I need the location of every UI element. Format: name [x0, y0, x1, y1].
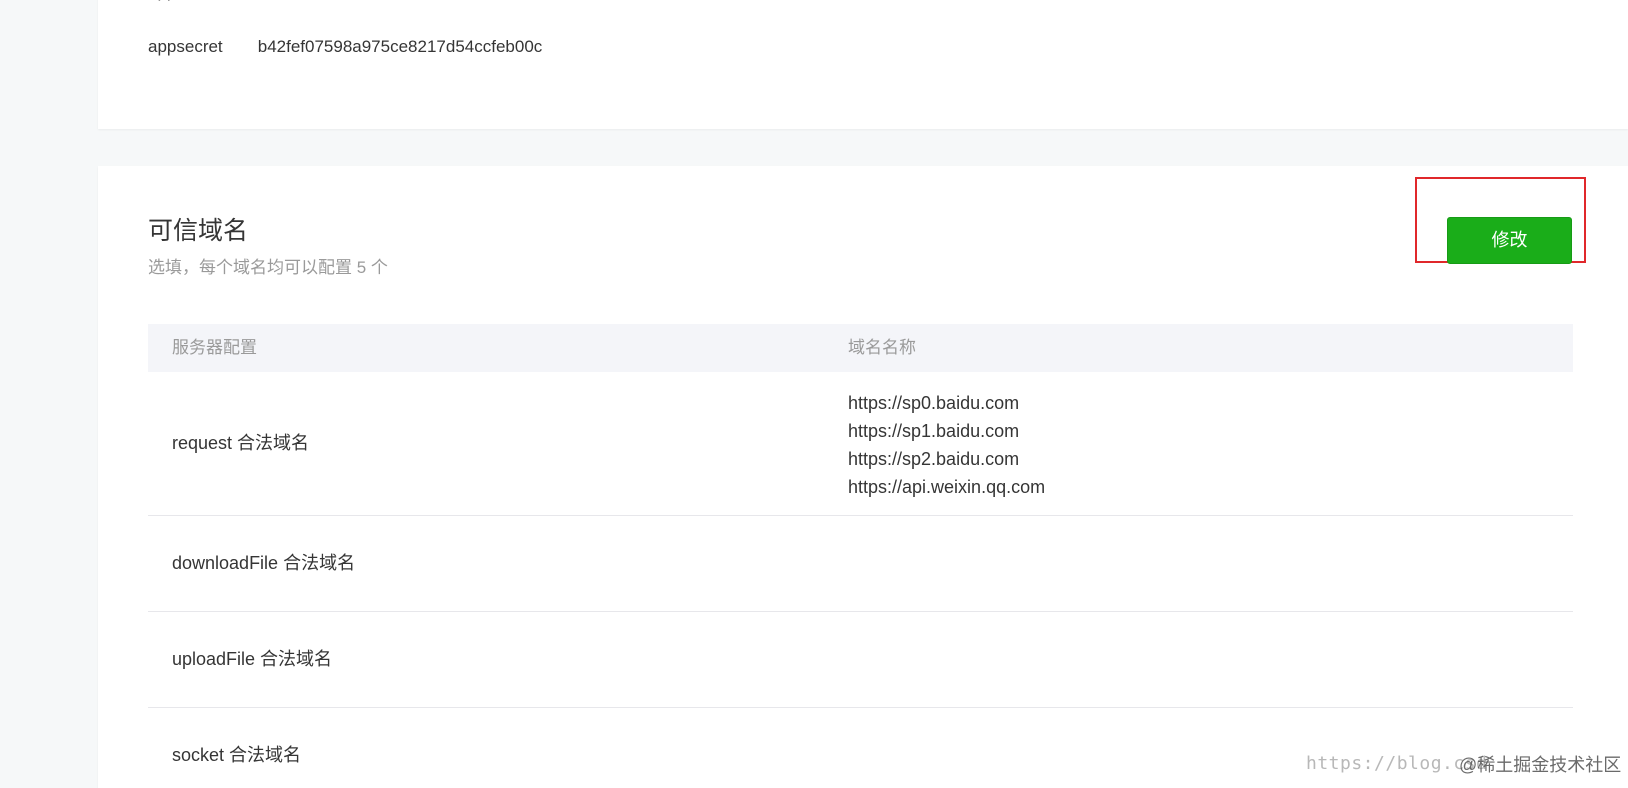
page: app appsecret b42fef07598a975ce8217d54cc…	[0, 0, 1628, 788]
cut-off-label: app	[148, 0, 176, 2]
watermark-credit: @稀土掘金技术社区	[1459, 755, 1622, 775]
appsecret-row: appsecret b42fef07598a975ce8217d54ccfeb0…	[148, 36, 542, 58]
domain-item: https://sp2.baidu.com	[848, 449, 1020, 469]
table-header: 服务器配置 域名名称	[148, 324, 1573, 372]
request-domain-list: https://sp0.baidu.com https://sp1.baidu.…	[848, 389, 1045, 501]
app-credentials-card: app appsecret b42fef07598a975ce8217d54cc…	[98, 0, 1628, 129]
table-row: request 合法域名 https://sp0.baidu.com https…	[148, 372, 1573, 516]
table-row: uploadFile 合法域名	[148, 612, 1573, 708]
table-row: downloadFile 合法域名	[148, 516, 1573, 612]
row-label-upload-file: uploadFile 合法域名	[172, 649, 333, 669]
table-row: socket 合法域名	[148, 708, 1573, 788]
appsecret-label: appsecret	[148, 37, 223, 56]
row-label-request: request 合法域名	[172, 433, 310, 453]
column-header-domain-name: 域名名称	[848, 338, 916, 357]
section-title: 可信域名	[148, 217, 249, 245]
appsecret-value: b42fef07598a975ce8217d54ccfeb00c	[257, 37, 543, 56]
trusted-domain-card: 可信域名 选填，每个域名均可以配置 5 个 修改 服务器配置 域名名称 requ…	[98, 166, 1628, 788]
domain-table: 服务器配置 域名名称 request 合法域名 https://sp0.baid…	[148, 324, 1573, 788]
row-label-download-file: downloadFile 合法域名	[172, 553, 356, 573]
domain-item: https://sp1.baidu.com	[848, 421, 1020, 441]
section-subtitle: 选填，每个域名均可以配置 5 个	[148, 258, 388, 277]
domain-item: https://api.weixin.qq.com	[848, 477, 1046, 497]
domain-item: https://sp0.baidu.com	[848, 393, 1020, 413]
modify-button[interactable]: 修改	[1447, 217, 1572, 264]
column-header-server-config: 服务器配置	[172, 338, 257, 357]
row-label-socket: socket 合法域名	[172, 745, 302, 765]
